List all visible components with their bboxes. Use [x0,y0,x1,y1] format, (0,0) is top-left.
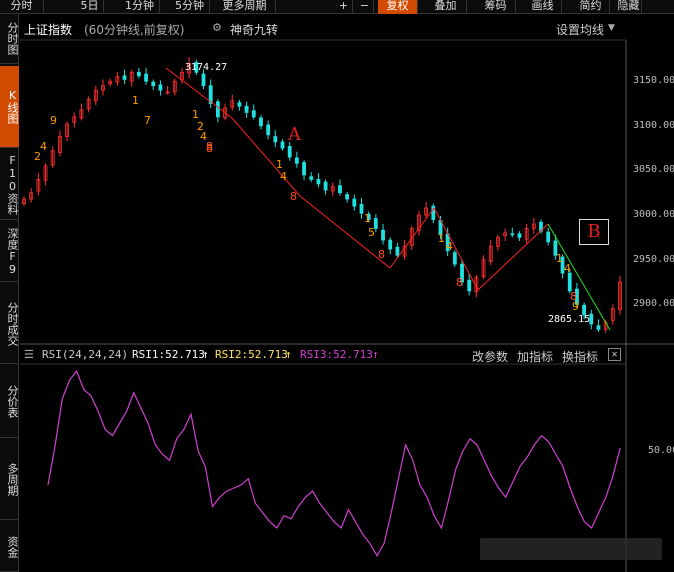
low-price-label: 2865.15 [548,314,591,325]
nine-turn-count: 1 [132,94,139,107]
price-axis-tick: 3150.00 [633,75,674,87]
rsi-line [47,369,621,557]
candle [316,173,321,188]
candle [352,194,357,211]
candle [503,228,508,241]
candle [50,146,55,168]
candle [158,80,163,96]
candle [323,179,328,195]
price-axis-tick: 2900.00 [633,298,674,310]
candle [417,210,421,236]
candle [58,130,62,157]
annotation-a: A [288,124,301,145]
candle [610,304,615,325]
nine-turn-count: 4 [446,240,453,253]
candle [215,99,220,123]
candle [294,151,299,168]
candle [345,191,350,203]
nine-turn-count: 8 [456,276,463,289]
chart-canvas: 24917812481481581489148 [20,39,674,572]
candle [22,196,26,207]
nine-turn-count: 1 [556,252,563,265]
candle [589,309,594,330]
rsi-axis-label: 50.00 [648,445,674,456]
candle [452,249,457,267]
candle [330,182,335,197]
candle [244,101,249,118]
candle [510,227,515,238]
nine-turn-count: 1 [438,232,445,245]
nine-turn-count: 4 [564,262,571,275]
candle [86,96,91,113]
candle [115,72,120,86]
candle [517,231,522,241]
nine-turn-count: 5 [368,226,375,239]
trend-line [389,207,435,269]
trend-line [165,67,233,119]
candle [72,112,77,128]
candle [431,203,436,224]
watermark-banner [480,538,662,560]
candle [531,217,536,234]
candle [424,201,429,218]
nine-turn-count: 7 [144,114,151,127]
candle [488,240,493,266]
candle [496,234,500,251]
candle [338,179,342,196]
high-price-label: 3174.27 [185,62,228,73]
candle [302,159,306,181]
candle [251,104,256,120]
candle [596,319,601,332]
nine-turn-count: 4 [40,140,47,153]
candle [108,78,113,87]
nine-turn-count: 8 [290,190,297,203]
candle [230,94,235,111]
candle [381,224,385,245]
candle [266,120,271,140]
nine-turn-count: 1 [364,212,371,225]
candle [395,242,400,258]
candle [79,103,84,121]
candle [144,67,148,85]
candle [129,69,134,87]
candle [172,78,177,96]
candle [467,273,472,296]
nine-turn-count: 8 [206,142,213,155]
price-axis-tick: 3000.00 [633,209,674,221]
price-axis-tick: 2950.00 [633,253,674,265]
candle [208,79,213,108]
candle [165,85,170,95]
candle [237,99,242,111]
nine-turn-count: 4 [280,170,287,183]
candle [481,255,486,280]
candle [259,115,263,130]
candle [101,79,105,96]
candle [273,130,278,148]
nine-turn-count: 9 [50,114,57,127]
candle [618,275,622,316]
trend-line [299,195,391,269]
candle [122,69,127,84]
annotation-b: B [579,219,609,245]
candle [65,121,69,142]
candle [136,67,141,79]
candle [43,163,48,186]
candle [280,139,285,151]
nine-turn-count: 8 [570,290,577,303]
candle [359,198,364,219]
candle [151,79,156,91]
candle [546,227,551,246]
price-axis-tick: 3100.00 [633,119,674,131]
candle [36,173,41,196]
candle [388,237,393,255]
candle [29,188,34,203]
candle [524,224,529,244]
price-axis-tick: 3050.00 [633,164,674,176]
candle [309,172,314,183]
candle [93,85,98,106]
nine-turn-count: 8 [378,248,385,261]
